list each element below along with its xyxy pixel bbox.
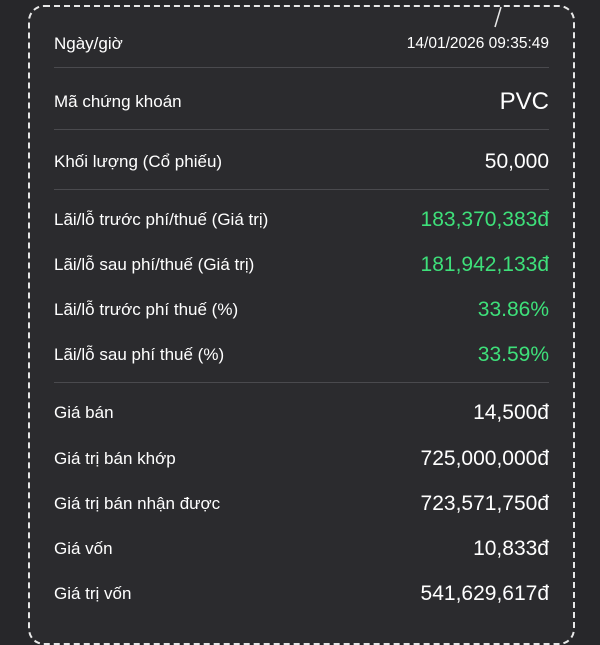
divider xyxy=(54,189,549,190)
pl-before-value-label: Lãi/lỗ trước phí/thuế (Giá trị) xyxy=(54,210,269,229)
row-datetime: Ngày/giờ 14/01/2026 09:35:49 xyxy=(54,29,549,59)
transaction-detail-card: Ngày/giờ 14/01/2026 09:35:49 Mã chứng kh… xyxy=(28,5,575,645)
sell-received-value: 723,571,750đ xyxy=(420,492,549,515)
cost-value-label: Giá trị vốn xyxy=(54,584,132,603)
volume-label: Khối lượng (Cổ phiếu) xyxy=(54,152,223,171)
row-sell-price: Giá bán 14,500đ xyxy=(54,396,549,430)
symbol-value: PVC xyxy=(499,88,549,115)
pl-before-pct-label: Lãi/lỗ trước phí thuế (%) xyxy=(54,300,239,319)
row-sell-received-value: Giá trị bán nhận được 723,571,750đ xyxy=(54,487,549,521)
cost-price-label: Giá vốn xyxy=(54,539,113,558)
cost-value: 541,629,617đ xyxy=(420,582,549,605)
row-volume: Khối lượng (Cổ phiếu) 50,000 xyxy=(54,145,549,179)
sell-received-value-label: Giá trị bán nhận được xyxy=(54,494,221,513)
row-cost-price: Giá vốn 10,833đ xyxy=(54,532,549,566)
notch-mark xyxy=(494,6,502,28)
row-pl-after-pct: Lãi/lỗ sau phí thuế (%) 33.59% xyxy=(54,338,549,372)
divider xyxy=(54,67,549,68)
sell-price-value: 14,500đ xyxy=(473,401,549,424)
sell-matched-value: 725,000,000đ xyxy=(420,447,549,470)
pl-before-value: 183,370,383đ xyxy=(420,208,549,231)
volume-value: 50,000 xyxy=(484,150,549,173)
symbol-label: Mã chứng khoán xyxy=(54,92,182,111)
row-sell-matched-value: Giá trị bán khớp 725,000,000đ xyxy=(54,442,549,476)
row-cost-value: Giá trị vốn 541,629,617đ xyxy=(54,577,549,611)
cost-price-value: 10,833đ xyxy=(473,537,549,560)
sell-matched-value-label: Giá trị bán khớp xyxy=(54,449,176,468)
row-pl-before-pct: Lãi/lỗ trước phí thuế (%) 33.86% xyxy=(54,293,549,327)
row-symbol: Mã chứng khoán PVC xyxy=(54,85,549,119)
divider xyxy=(54,382,549,383)
pl-before-pct-value: 33.86% xyxy=(477,298,549,321)
pl-after-value-label: Lãi/lỗ sau phí/thuế (Giá trị) xyxy=(54,255,255,274)
pl-after-value: 181,942,133đ xyxy=(420,253,549,276)
datetime-value: 14/01/2026 09:35:49 xyxy=(406,35,549,52)
pl-after-pct-label: Lãi/lỗ sau phí thuế (%) xyxy=(54,345,225,364)
datetime-label: Ngày/giờ xyxy=(54,34,123,53)
row-pl-before-value: Lãi/lỗ trước phí/thuế (Giá trị) 183,370,… xyxy=(54,203,549,237)
row-pl-after-value: Lãi/lỗ sau phí/thuế (Giá trị) 181,942,13… xyxy=(54,248,549,282)
divider xyxy=(54,129,549,130)
pl-after-pct-value: 33.59% xyxy=(477,343,549,366)
sell-price-label: Giá bán xyxy=(54,403,114,422)
